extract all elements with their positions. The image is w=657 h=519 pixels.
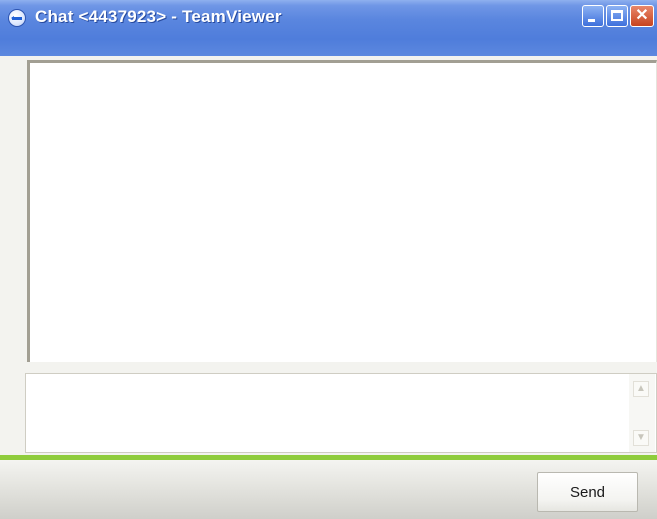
- minimize-icon[interactable]: [582, 5, 604, 27]
- teamviewer-icon: [8, 9, 26, 27]
- maximize-icon[interactable]: [606, 5, 628, 27]
- message-input-scrollbar[interactable]: ▲ ▼: [629, 374, 655, 452]
- window-title: Chat <4437923> - TeamViewer: [35, 7, 282, 26]
- send-button[interactable]: Send: [537, 472, 638, 512]
- close-icon[interactable]: ✕: [630, 5, 654, 27]
- title-bar[interactable]: Chat <4437923> - TeamViewer ✕: [0, 0, 657, 56]
- chat-window: Chat <4437923> - TeamViewer ✕ ▲ ▼ Send: [0, 0, 657, 519]
- message-input[interactable]: [25, 373, 657, 453]
- scroll-up-icon[interactable]: ▲: [633, 381, 649, 397]
- chat-history-pane[interactable]: [27, 60, 657, 362]
- scroll-down-icon[interactable]: ▼: [633, 430, 649, 446]
